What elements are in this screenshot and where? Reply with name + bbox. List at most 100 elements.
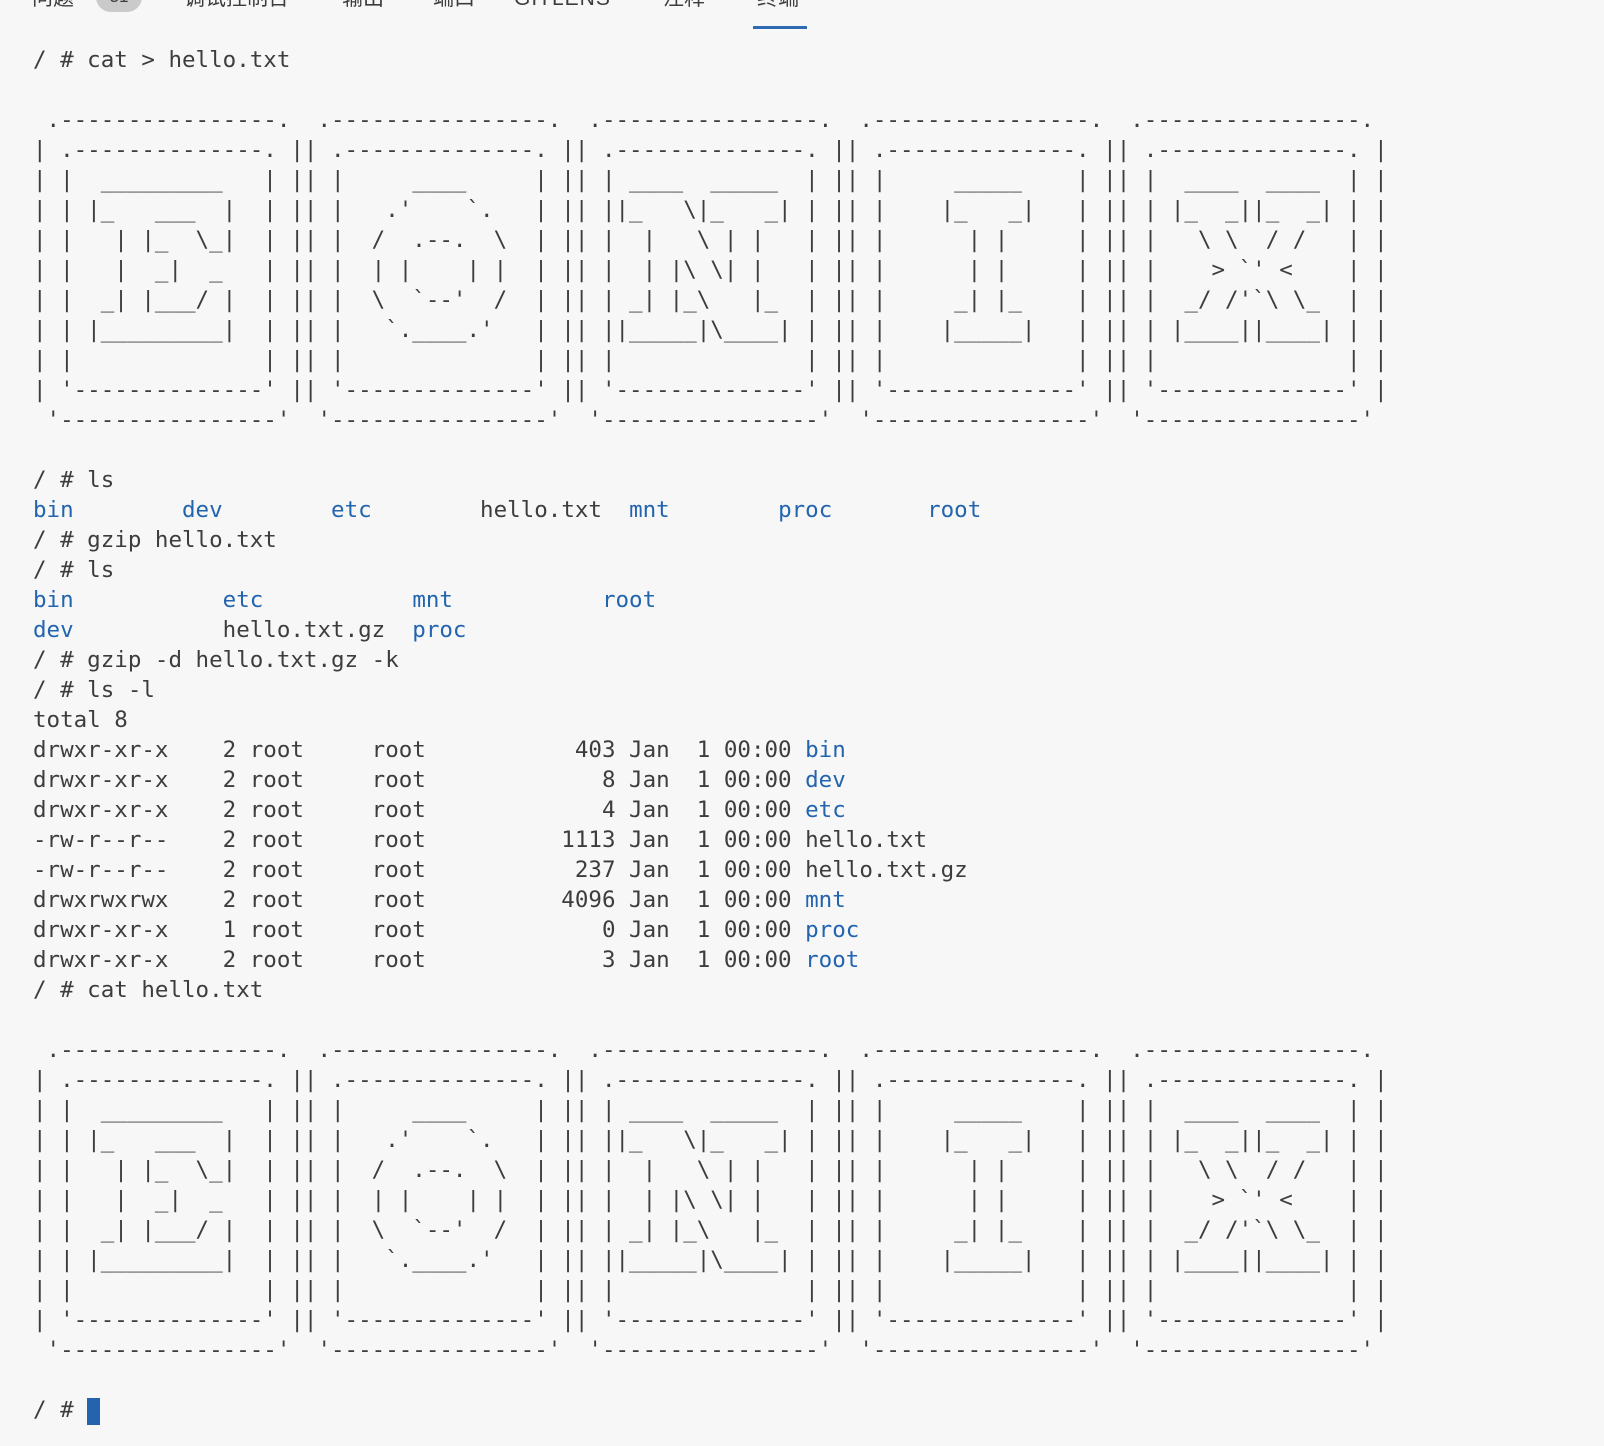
terminal-text: / # ls: [33, 467, 114, 493]
terminal-line: [33, 1365, 1604, 1395]
terminal-line: | | | |_ \_| | || | / .--. \ | || | | \ …: [33, 225, 1604, 255]
terminal-line: .----------------. .----------------. .-…: [33, 1035, 1604, 1065]
terminal-text: / # cat > hello.txt: [33, 47, 290, 73]
terminal-text: .----------------. .----------------. .-…: [33, 107, 1388, 133]
terminal-text: [670, 497, 778, 523]
terminal-line: drwxr-xr-x 2 root root 403 Jan 1 00:00 b…: [33, 735, 1604, 765]
terminal-line: / # gzip hello.txt: [33, 525, 1604, 555]
terminal-line: drwxrwxrwx 2 root root 4096 Jan 1 00:00 …: [33, 885, 1604, 915]
terminal-text: / # ls: [33, 557, 114, 583]
terminal-text: -rw-r--r-- 2 root root 1113 Jan 1 00:00 …: [33, 827, 927, 853]
directory-name: mnt: [629, 497, 670, 523]
directory-name: etc: [223, 587, 264, 613]
terminal-text: | | | |_ \_| | || | / .--. \ | || | | \ …: [33, 227, 1388, 253]
terminal-text: drwxrwxrwx 2 root root 4096 Jan 1 00:00: [33, 887, 805, 913]
directory-name: proc: [805, 917, 859, 943]
panel-tab-bar: 问题 31 调试控制台 输出 端口 GITLENS 注释 终端: [0, 0, 1604, 30]
terminal-text: | | |_ ___ | | || | .' `. | || ||_ \|_ _…: [33, 197, 1388, 223]
directory-name: proc: [412, 617, 466, 643]
directory-name: mnt: [412, 587, 453, 613]
terminal-line: [33, 1005, 1604, 1035]
tab-gitlens[interactable]: GITLENS: [514, 0, 611, 11]
terminal-text: / # cat hello.txt: [33, 977, 263, 1003]
terminal-text: [74, 497, 182, 523]
terminal-text: / # ls -l: [33, 677, 155, 703]
terminal-line: total 8: [33, 705, 1604, 735]
terminal-line: [33, 435, 1604, 465]
terminal-text: | | _________ | || | ____ | || | ____ __…: [33, 167, 1388, 193]
terminal-text: | | | |_ \_| | || | / .--. \ | || | | \ …: [33, 1157, 1388, 1183]
tab-debug-console[interactable]: 调试控制台: [184, 0, 289, 11]
terminal-text: [74, 587, 223, 613]
terminal-text: '----------------' '----------------' '-…: [33, 1337, 1388, 1363]
terminal-text: | | | || | | || | | || | | || | | |: [33, 1277, 1388, 1303]
terminal-text: | | _________ | || | ____ | || | ____ __…: [33, 1097, 1388, 1123]
tab-terminal[interactable]: 终端: [757, 0, 799, 11]
terminal-line: / # ls: [33, 555, 1604, 585]
tab-ports[interactable]: 端口: [433, 0, 475, 11]
directory-name: root: [927, 497, 981, 523]
directory-name: root: [805, 947, 859, 973]
terminal-line: dev hello.txt.gz proc: [33, 615, 1604, 645]
terminal-line: | .--------------. || .--------------. |…: [33, 135, 1604, 165]
active-tab-underline: [753, 26, 807, 29]
terminal-line: | | | || | | || | | || | | || | | |: [33, 345, 1604, 375]
tab-output[interactable]: 输出: [342, 0, 384, 11]
directory-name: bin: [33, 497, 74, 523]
terminal-output[interactable]: / # cat > hello.txt .----------------. .…: [0, 30, 1604, 1425]
terminal-text: -rw-r--r-- 2 root root 237 Jan 1 00:00 h…: [33, 857, 968, 883]
terminal-line: drwxr-xr-x 2 root root 8 Jan 1 00:00 dev: [33, 765, 1604, 795]
terminal-text: / # gzip hello.txt: [33, 527, 277, 553]
terminal-line: | | _________ | || | ____ | || | ____ __…: [33, 165, 1604, 195]
directory-name: dev: [182, 497, 223, 523]
directory-name: dev: [33, 617, 74, 643]
terminal-line: bin dev etc hello.txt mnt proc root: [33, 495, 1604, 525]
terminal-line: | | |_ ___ | | || | .' `. | || ||_ \|_ _…: [33, 195, 1604, 225]
terminal-text: '----------------' '----------------' '-…: [33, 407, 1388, 433]
terminal-text: [832, 497, 927, 523]
terminal-line: [33, 75, 1604, 105]
tab-comments[interactable]: 注释: [663, 0, 705, 11]
terminal-text: hello.txt: [372, 497, 629, 523]
problems-count-badge: 31: [96, 0, 142, 12]
terminal-line: / # ls -l: [33, 675, 1604, 705]
terminal-cursor: [87, 1398, 100, 1425]
terminal-text: hello.txt.gz: [74, 617, 413, 643]
terminal-line: drwxr-xr-x 1 root root 0 Jan 1 00:00 pro…: [33, 915, 1604, 945]
terminal-line: / # cat > hello.txt: [33, 45, 1604, 75]
terminal-text: | | | _| _ | || | | | | | | || | | |\ \|…: [33, 257, 1388, 283]
directory-name: proc: [778, 497, 832, 523]
terminal-text: [263, 587, 412, 613]
terminal-line: | | | || | | || | | || | | || | | |: [33, 1275, 1604, 1305]
terminal-text: | | | || | | || | | || | | || | | |: [33, 347, 1388, 373]
terminal-line: / # ls: [33, 465, 1604, 495]
terminal-line: -rw-r--r-- 2 root root 1113 Jan 1 00:00 …: [33, 825, 1604, 855]
terminal-text: drwxr-xr-x 2 root root 4 Jan 1 00:00: [33, 797, 805, 823]
terminal-line: '----------------' '----------------' '-…: [33, 1335, 1604, 1365]
directory-name: bin: [805, 737, 846, 763]
tab-problems[interactable]: 问题: [32, 0, 74, 11]
terminal-text: | | |_ ___ | | || | .' `. | || ||_ \|_ _…: [33, 1127, 1388, 1153]
terminal-line: / #: [33, 1395, 1604, 1425]
terminal-text: | | _| |___/ | | || | \ `--' / | || | _|…: [33, 287, 1388, 313]
terminal-line: bin etc mnt root: [33, 585, 1604, 615]
terminal-text: drwxr-xr-x 1 root root 0 Jan 1 00:00: [33, 917, 805, 943]
terminal-text: / #: [33, 1397, 87, 1423]
directory-name: mnt: [805, 887, 846, 913]
terminal-text: | | | _| _ | || | | | | | | || | | |\ \|…: [33, 1187, 1388, 1213]
terminal-line: | '--------------' || '--------------' |…: [33, 375, 1604, 405]
terminal-text: drwxr-xr-x 2 root root 403 Jan 1 00:00: [33, 737, 805, 763]
terminal-line: | '--------------' || '--------------' |…: [33, 1305, 1604, 1335]
terminal-line: | | _________ | || | ____ | || | ____ __…: [33, 1095, 1604, 1125]
terminal-text: drwxr-xr-x 2 root root 8 Jan 1 00:00: [33, 767, 805, 793]
terminal-line: | | |_________| | || | `.____.' | || ||_…: [33, 315, 1604, 345]
terminal-line: | | | |_ \_| | || | / .--. \ | || | | \ …: [33, 1155, 1604, 1185]
terminal-text: | | |_________| | || | `.____.' | || ||_…: [33, 1247, 1388, 1273]
terminal-text: / # gzip -d hello.txt.gz -k: [33, 647, 399, 673]
directory-name: bin: [33, 587, 74, 613]
terminal-text: | .--------------. || .--------------. |…: [33, 137, 1388, 163]
terminal-line: | | _| |___/ | | || | \ `--' / | || | _|…: [33, 1215, 1604, 1245]
terminal-line: / # cat hello.txt: [33, 975, 1604, 1005]
terminal-line: .----------------. .----------------. .-…: [33, 105, 1604, 135]
terminal-line: drwxr-xr-x 2 root root 4 Jan 1 00:00 etc: [33, 795, 1604, 825]
